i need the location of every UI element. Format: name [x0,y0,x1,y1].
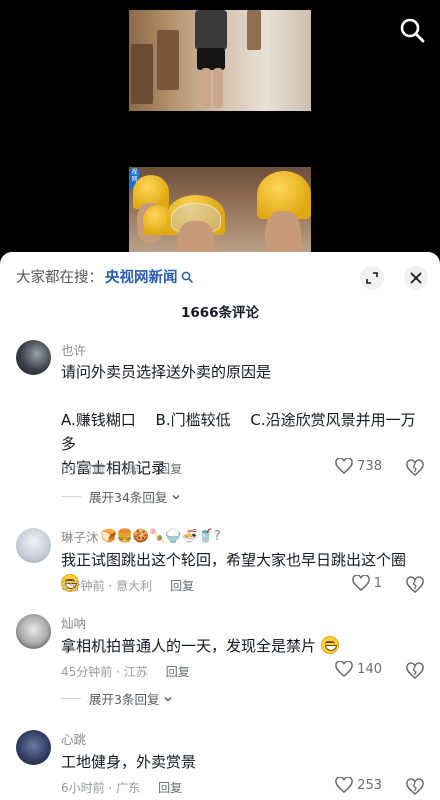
reply-button[interactable]: 回复 [170,577,194,594]
video-player[interactable]: 视网 [0,0,440,270]
divider [61,698,81,699]
close-button[interactable] [404,266,428,290]
divider [61,496,81,497]
comment-location: 广东 [116,462,141,476]
comment-meta: 45分钟前 · 江苏 回复 [61,663,190,680]
chevron-down-icon [164,696,172,701]
comment-text: 工地健身，外卖赏景 [61,753,197,771]
comment-location: 广东 [116,781,141,795]
heart-icon [335,661,353,677]
like-count: 1 [373,575,382,591]
username-emojis: 🍞🍔🍪🍡🍚🍜🥤? [100,528,221,544]
comment-location: 江苏 [123,665,148,679]
comment-time: 3分钟前 [61,579,105,593]
comment-username[interactable]: 也许 [61,340,86,359]
comment-meta: 3分钟前 · 意大利 回复 [61,577,195,594]
video-frame-top [129,10,311,111]
comment-text-line [61,384,422,408]
comment-username[interactable]: 琳子沐 [61,527,99,546]
like-count: 253 [357,777,382,793]
broken-heart-icon[interactable] [406,778,424,796]
comment-username[interactable]: 灿呐 [61,613,86,632]
broken-heart-icon[interactable] [406,576,424,594]
chevron-down-icon [172,494,180,499]
expand-replies-button[interactable]: 展开3条回复 [61,689,174,708]
avatar[interactable] [16,340,51,375]
comment-text-content: 拿相机拍普通人的一天，发现全是禁片 [61,637,317,655]
comment-text-line: A.赚钱糊口 B.门槛较低 C.沿途欣赏风景并用一万多 [61,411,416,453]
broken-heart-icon[interactable] [406,459,424,477]
like-count: 738 [357,458,382,474]
like-count: 140 [357,661,382,677]
reply-button[interactable]: 回复 [166,663,190,680]
expand-replies-button[interactable]: 展开34条回复 [61,487,182,506]
avatar[interactable] [16,730,51,765]
comment-text-line: 请问外卖员选择送外卖的原因是 [61,363,272,381]
reply-button[interactable]: 回复 [158,460,182,477]
reply-button[interactable]: 回复 [158,779,182,796]
comment-text: 拿相机拍普通人的一天，发现全是禁片 [61,634,422,658]
expand-icon [366,272,378,284]
broken-heart-icon[interactable] [406,662,424,680]
comment-text-content: 我正试图跳出这个轮回，希望大家也早日跳出这个圈 [61,551,407,569]
close-icon [410,272,422,284]
grin-emoji-icon [320,636,339,654]
comment-location: 意大利 [116,579,153,593]
search-icon[interactable] [398,16,426,44]
expand-replies-label: 展开34条回复 [89,490,168,505]
heart-icon [335,458,353,474]
comment-time: 6小时前 [61,781,105,795]
avatar[interactable] [16,528,51,563]
hot-search-prefix: 大家都在搜： [16,270,103,286]
comment-meta: 5小时前 · 广东 回复 [61,460,183,477]
hot-search-keyword[interactable]: 央视网新闻 [105,266,178,287]
expand-fullscreen-button[interactable] [360,266,384,290]
hot-search-link[interactable]: 大家都在搜： 央视网新闻 [16,266,193,287]
comment-time: 5小时前 [61,462,105,476]
like-button[interactable]: 140 [335,661,382,677]
comment-username[interactable]: 心跳 [61,729,86,748]
avatar[interactable] [16,614,51,649]
expand-replies-label: 展开3条回复 [89,692,160,707]
search-icon [181,271,193,283]
like-button[interactable]: 738 [335,458,382,474]
comment-count: 1666条评论 [180,305,260,321]
heart-icon [351,575,370,591]
heart-icon [335,777,353,793]
comment-time: 45分钟前 [61,665,113,679]
comment-sheet-header: 大家都在搜： 央视网新闻 1666条评论 [0,252,440,332]
comment-sheet: 大家都在搜： 央视网新闻 1666条评论 也许 请问外卖员选择送外卖的原因是 A… [0,252,440,800]
like-button[interactable]: 253 [335,777,382,793]
like-button[interactable]: 1 [351,575,382,591]
comment-meta: 6小时前 · 广东 回复 [61,779,183,796]
comment-username-row: 琳子沐 🍞🍔🍪🍡🍚🍜🥤? [61,527,221,546]
